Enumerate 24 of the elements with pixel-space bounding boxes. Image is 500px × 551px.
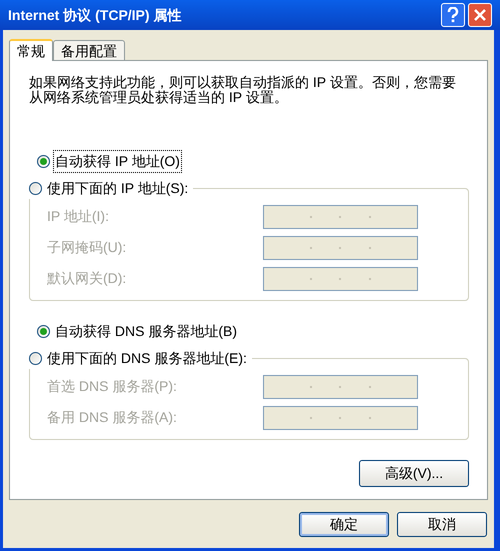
field-label: 备用 DNS 服务器(A): xyxy=(47,408,178,427)
field-label: 首选 DNS 服务器(P): xyxy=(47,377,178,396)
dialog-button[interactable]: 取消 xyxy=(397,512,487,537)
radio-button[interactable] xyxy=(37,154,50,168)
tab[interactable]: 备用配置 xyxy=(53,40,125,60)
field-label: IP 地址(I): xyxy=(47,207,110,226)
question-mark-icon xyxy=(447,7,459,23)
close-icon xyxy=(474,9,486,21)
dialog-button[interactable]: 确定 xyxy=(299,512,389,537)
window-title: Internet 协议 (TCP/IP) 属性 xyxy=(8,6,182,25)
radio-label: 使用下面的 IP 地址(S): xyxy=(46,178,190,198)
description-text: 如果网络支持此功能，则可以获取自动指派的 IP 设置。否则，您需要从网络系统管理员处获得适当的 IP 设置。 xyxy=(29,75,457,105)
close-button[interactable] xyxy=(468,3,492,27)
radio-label: 使用下面的 DNS 服务器地址(E): xyxy=(46,348,248,368)
advanced-button[interactable]: 高级(V)... xyxy=(359,460,469,487)
radio-label: 自动获得 DNS 服务器地址(B) xyxy=(54,322,238,341)
radio-label: 自动获得 IP 地址(O) xyxy=(54,150,181,172)
radio-button[interactable] xyxy=(37,324,50,338)
tab[interactable]: 常规 xyxy=(9,39,53,61)
radio-button[interactable] xyxy=(29,352,42,364)
field-label: 默认网关(D): xyxy=(47,269,128,288)
help-button[interactable] xyxy=(441,3,465,27)
radio-button[interactable] xyxy=(29,182,42,194)
field-label: 子网掩码(U): xyxy=(47,238,128,257)
